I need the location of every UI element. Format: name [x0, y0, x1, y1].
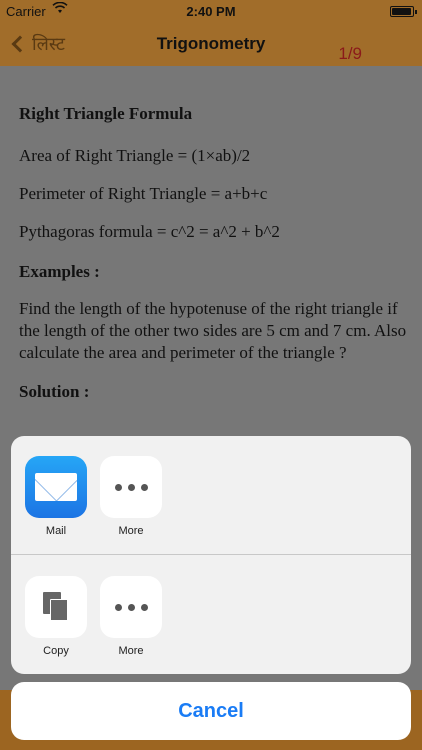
copy-icon: [43, 592, 69, 622]
examples-heading: Examples :: [19, 262, 100, 281]
battery-icon: [390, 6, 417, 17]
status-bar: Carrier 2:40 PM: [0, 0, 422, 22]
solution-heading: Solution :: [19, 382, 90, 401]
area-formula: Area of Right Triangle = (1×ab)/2: [19, 146, 251, 165]
share-row-actions: Copy More: [11, 555, 411, 673]
battery-fill: [392, 8, 411, 15]
more-apps-label: More: [118, 525, 144, 537]
perimeter-formula: Perimeter of Right Triangle = a+b+c: [19, 184, 268, 203]
section-heading: Right Triangle Formula: [19, 104, 193, 123]
navigation-bar: लिस्ट Trigonometry 1/9: [0, 22, 422, 66]
example-text: Find the length of the hypotenuse of the…: [19, 299, 407, 362]
more-icon: [114, 483, 148, 491]
share-sheet: Mail More Copy More: [11, 436, 411, 674]
share-row-apps: Mail More: [11, 436, 411, 554]
more-actions-button[interactable]: [100, 576, 162, 638]
more-apps-button[interactable]: [100, 456, 162, 518]
mail-share-button[interactable]: [25, 456, 87, 518]
page-counter: 1/9: [338, 44, 362, 63]
copy-button[interactable]: [25, 576, 87, 638]
pythagoras-formula: Pythagoras formula = c^2 = a^2 + b^2: [19, 222, 280, 241]
copy-label: Copy: [43, 645, 69, 657]
cancel-button[interactable]: Cancel: [11, 682, 411, 740]
mail-label: Mail: [45, 525, 67, 537]
more-actions-label: More: [118, 645, 144, 657]
more-icon: [114, 603, 148, 611]
mail-icon: [35, 473, 77, 501]
status-time: 2:40 PM: [186, 4, 236, 19]
